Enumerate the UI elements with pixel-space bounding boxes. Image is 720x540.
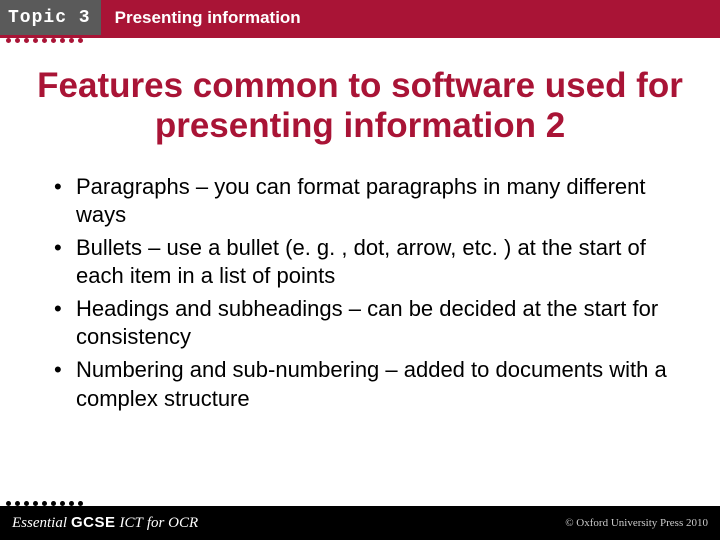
topic-label: Topic 3 <box>8 8 91 28</box>
list-item: Headings and subheadings – can be decide… <box>50 295 670 352</box>
slide-title: Features common to software used for pre… <box>0 66 720 147</box>
brand-gcse: GCSE <box>71 514 116 531</box>
list-item: Bullets – use a bullet (e. g. , dot, arr… <box>50 234 670 291</box>
footer-copyright: © Oxford University Press 2010 <box>565 517 708 529</box>
list-item: Numbering and sub-numbering – added to d… <box>50 356 670 413</box>
brand-ict: ICT <box>120 515 143 532</box>
footer-bar: Essential GCSE ICT for OCR © Oxford Univ… <box>0 506 720 540</box>
topic-tab: Topic 3 <box>0 0 101 35</box>
header-bar: Topic 3 Presenting information <box>0 0 720 38</box>
list-item: Paragraphs – you can format paragraphs i… <box>50 173 670 230</box>
footer-brand: Essential GCSE ICT for OCR <box>12 514 198 532</box>
brand-for: for OCR <box>147 515 198 532</box>
header-title: Presenting information <box>115 8 301 28</box>
brand-essential: Essential <box>12 515 67 532</box>
decorative-dots-top <box>6 38 83 43</box>
bullet-list: Paragraphs – you can format paragraphs i… <box>50 173 670 414</box>
